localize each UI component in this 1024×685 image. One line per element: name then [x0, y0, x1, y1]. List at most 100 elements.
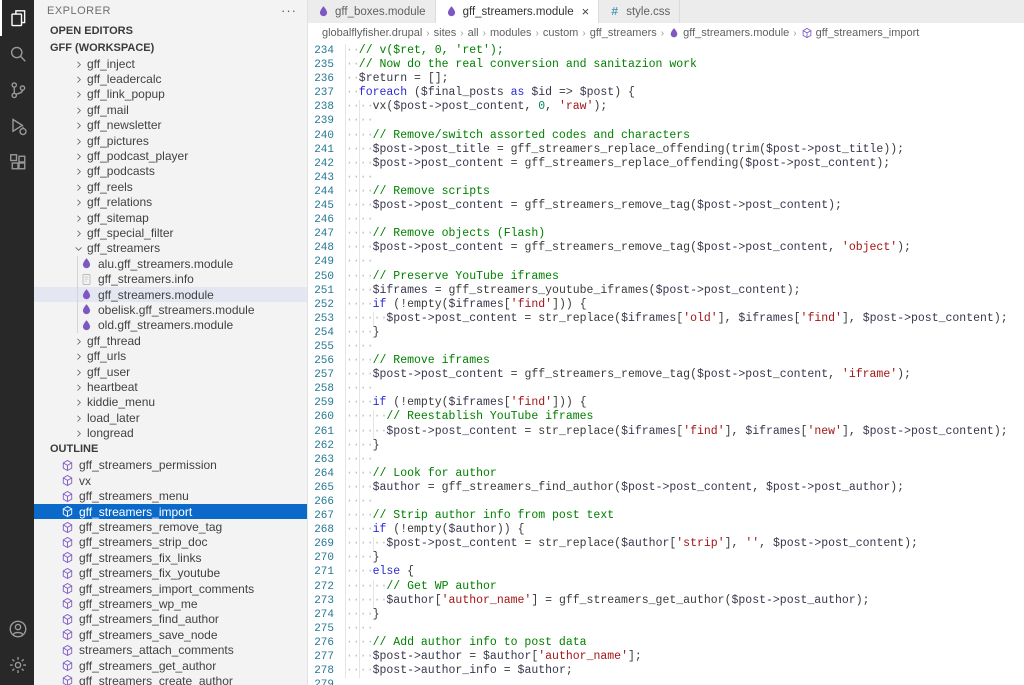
tab-style-css[interactable]: #style.css [599, 0, 680, 23]
code-line-250[interactable]: 250····// Preserve YouTube iframes [308, 270, 1024, 284]
code-line-270[interactable]: 270····} [308, 551, 1024, 565]
code-line-249[interactable]: 249···· [308, 255, 1024, 269]
code-line-246[interactable]: 246···· [308, 213, 1024, 227]
code-line-266[interactable]: 266···· [308, 495, 1024, 509]
code-line-254[interactable]: 254····} [308, 326, 1024, 340]
code-line-252[interactable]: 252····if (!empty($iframes['find'])) { [308, 298, 1024, 312]
activity-bar-item-search[interactable] [0, 36, 34, 72]
code-line-279[interactable]: 279 [308, 678, 1024, 685]
tree-item-kiddie-menu[interactable]: kiddie_menu [34, 395, 307, 410]
code-line-262[interactable]: 262····} [308, 439, 1024, 453]
code-line-256[interactable]: 256····// Remove iframes [308, 354, 1024, 368]
outline-item-gff-streamers-strip-doc[interactable]: gff_streamers_strip_doc [34, 535, 307, 550]
activity-bar-item-account[interactable] [0, 611, 34, 647]
tree-item-gff-special-filter[interactable]: gff_special_filter [34, 225, 307, 240]
outline-item-gff-streamers-fix-youtube[interactable]: gff_streamers_fix_youtube [34, 566, 307, 581]
tree-item-gff-pictures[interactable]: gff_pictures [34, 133, 307, 148]
tree-item-gff-mail[interactable]: gff_mail [34, 102, 307, 117]
tree-item-gff-streamers-info[interactable]: gff_streamers.info [34, 271, 307, 286]
code-line-275[interactable]: 275···· [308, 622, 1024, 636]
code-line-235[interactable]: 235··// Now do the real conversion and s… [308, 58, 1024, 72]
code-line-253[interactable]: 253······$post->post_content = str_repla… [308, 312, 1024, 326]
outline-item-gff-streamers-menu[interactable]: gff_streamers_menu [34, 489, 307, 504]
code-line-257[interactable]: 257····$post->post_content = gff_streame… [308, 368, 1024, 382]
breadcrumb-item-custom[interactable]: custom [543, 27, 578, 39]
tab-gff-streamers-module[interactable]: gff_streamers.module× [436, 0, 600, 23]
outline-header[interactable]: OUTLINE [34, 441, 307, 458]
code-line-238[interactable]: 238····vx($post->post_content, 0, 'raw')… [308, 100, 1024, 114]
breadcrumb-item-gff-streamers[interactable]: gff_streamers [590, 27, 657, 39]
code-editor[interactable]: 234··// v($ret, 0, 'ret');235··// Now do… [308, 43, 1024, 685]
outline-item-gff-streamers-fix-links[interactable]: gff_streamers_fix_links [34, 550, 307, 565]
tree-item-gff-thread[interactable]: gff_thread [34, 333, 307, 348]
tree-item-gff-urls[interactable]: gff_urls [34, 348, 307, 363]
code-line-255[interactable]: 255···· [308, 340, 1024, 354]
code-line-273[interactable]: 273······$author['author_name'] = gff_st… [308, 594, 1024, 608]
outline-item-gff-streamers-get-author[interactable]: gff_streamers_get_author [34, 658, 307, 673]
tree-item-gff-newsletter[interactable]: gff_newsletter [34, 118, 307, 133]
code-line-237[interactable]: 237··foreach ($final_posts as $id => $po… [308, 86, 1024, 100]
tree-item-gff-inject[interactable]: gff_inject [34, 56, 307, 71]
tree-item-gff-sitemap[interactable]: gff_sitemap [34, 210, 307, 225]
close-icon[interactable]: × [582, 5, 590, 18]
activity-bar-item-run-debug[interactable] [0, 108, 34, 144]
activity-bar-item-explorer[interactable] [0, 0, 34, 36]
breadcrumb-item-gff-streamers-import[interactable]: gff_streamers_import [801, 27, 920, 39]
code-line-259[interactable]: 259····if (!empty($iframes['find'])) { [308, 396, 1024, 410]
code-line-261[interactable]: 261······$post->post_content = str_repla… [308, 425, 1024, 439]
code-line-241[interactable]: 241····$post->post_title = gff_streamers… [308, 143, 1024, 157]
outline-item-gff-streamers-import[interactable]: gff_streamers_import [34, 504, 307, 519]
outline-item-vx[interactable]: vx [34, 473, 307, 488]
code-line-268[interactable]: 268····if (!empty($author)) { [308, 523, 1024, 537]
outline-item-gff-streamers-find-author[interactable]: gff_streamers_find_author [34, 612, 307, 627]
tree-item-gff-podcasts[interactable]: gff_podcasts [34, 164, 307, 179]
code-line-276[interactable]: 276····// Add author info to post data [308, 636, 1024, 650]
code-line-242[interactable]: 242····$post->post_content = gff_streame… [308, 157, 1024, 171]
tree-item-obelisk-gff-streamers-module[interactable]: obelisk.gff_streamers.module [34, 302, 307, 317]
code-line-278[interactable]: 278····$post->author_info = $author; [308, 664, 1024, 678]
breadcrumb-item-all[interactable]: all [468, 27, 479, 39]
code-line-263[interactable]: 263···· [308, 453, 1024, 467]
code-line-247[interactable]: 247····// Remove objects (Flash) [308, 227, 1024, 241]
breadcrumb-item-globalflyfisher-drupal[interactable]: globalflyfisher.drupal [322, 27, 422, 39]
code-line-269[interactable]: 269······$post->post_content = str_repla… [308, 537, 1024, 551]
activity-bar-item-extensions[interactable] [0, 144, 34, 180]
code-line-251[interactable]: 251····$iframes = gff_streamers_youtube_… [308, 284, 1024, 298]
code-line-258[interactable]: 258···· [308, 382, 1024, 396]
code-line-248[interactable]: 248····$post->post_content = gff_streame… [308, 241, 1024, 255]
tree-item-gff-streamers-module[interactable]: gff_streamers.module [34, 287, 307, 302]
outline-item-gff-streamers-permission[interactable]: gff_streamers_permission [34, 458, 307, 473]
code-line-267[interactable]: 267····// Strip author info from post te… [308, 509, 1024, 523]
activity-bar-item-source-control[interactable] [0, 72, 34, 108]
code-line-236[interactable]: 236··$return = []; [308, 72, 1024, 86]
outline-item-gff-streamers-import-comments[interactable]: gff_streamers_import_comments [34, 581, 307, 596]
tree-item-gff-podcast-player[interactable]: gff_podcast_player [34, 148, 307, 163]
tree-item-gff-user[interactable]: gff_user [34, 364, 307, 379]
activity-bar-item-settings[interactable] [0, 647, 34, 683]
tree-item-alu-gff-streamers-module[interactable]: alu.gff_streamers.module [34, 256, 307, 271]
tab-gff-boxes-module[interactable]: gff_boxes.module [308, 0, 436, 23]
code-line-243[interactable]: 243···· [308, 171, 1024, 185]
code-line-274[interactable]: 274····} [308, 608, 1024, 622]
tree-item-gff-relations[interactable]: gff_relations [34, 195, 307, 210]
tree-item-heartbeat[interactable]: heartbeat [34, 379, 307, 394]
outline-item-gff-streamers-wp-me[interactable]: gff_streamers_wp_me [34, 596, 307, 611]
breadcrumb-item-sites[interactable]: sites [434, 27, 457, 39]
tree-item-gff-leadercalc[interactable]: gff_leadercalc [34, 71, 307, 86]
outline-item-streamers-attach-comments[interactable]: streamers_attach_comments [34, 642, 307, 657]
more-actions-icon[interactable]: ··· [281, 6, 297, 16]
code-line-272[interactable]: 272······// Get WP author [308, 580, 1024, 594]
tree-item-load-later[interactable]: load_later [34, 410, 307, 425]
code-line-271[interactable]: 271····else { [308, 565, 1024, 579]
code-line-234[interactable]: 234··// v($ret, 0, 'ret'); [308, 44, 1024, 58]
tree-item-gff-reels[interactable]: gff_reels [34, 179, 307, 194]
code-line-239[interactable]: 239···· [308, 114, 1024, 128]
breadcrumb-item-gff-streamers-module[interactable]: gff_streamers.module [668, 27, 789, 39]
outline-item-gff-streamers-create-author[interactable]: gff_streamers_create_author [34, 673, 307, 685]
tree-item-longread[interactable]: longread [34, 425, 307, 440]
tree-item-old-gff-streamers-module[interactable]: old.gff_streamers.module [34, 318, 307, 333]
outline-item-gff-streamers-remove-tag[interactable]: gff_streamers_remove_tag [34, 519, 307, 534]
open-editors-header[interactable]: OPEN EDITORS [34, 22, 307, 39]
code-line-277[interactable]: 277····$post->author = $author['author_n… [308, 650, 1024, 664]
tree-item-gff-link-popup[interactable]: gff_link_popup [34, 87, 307, 102]
